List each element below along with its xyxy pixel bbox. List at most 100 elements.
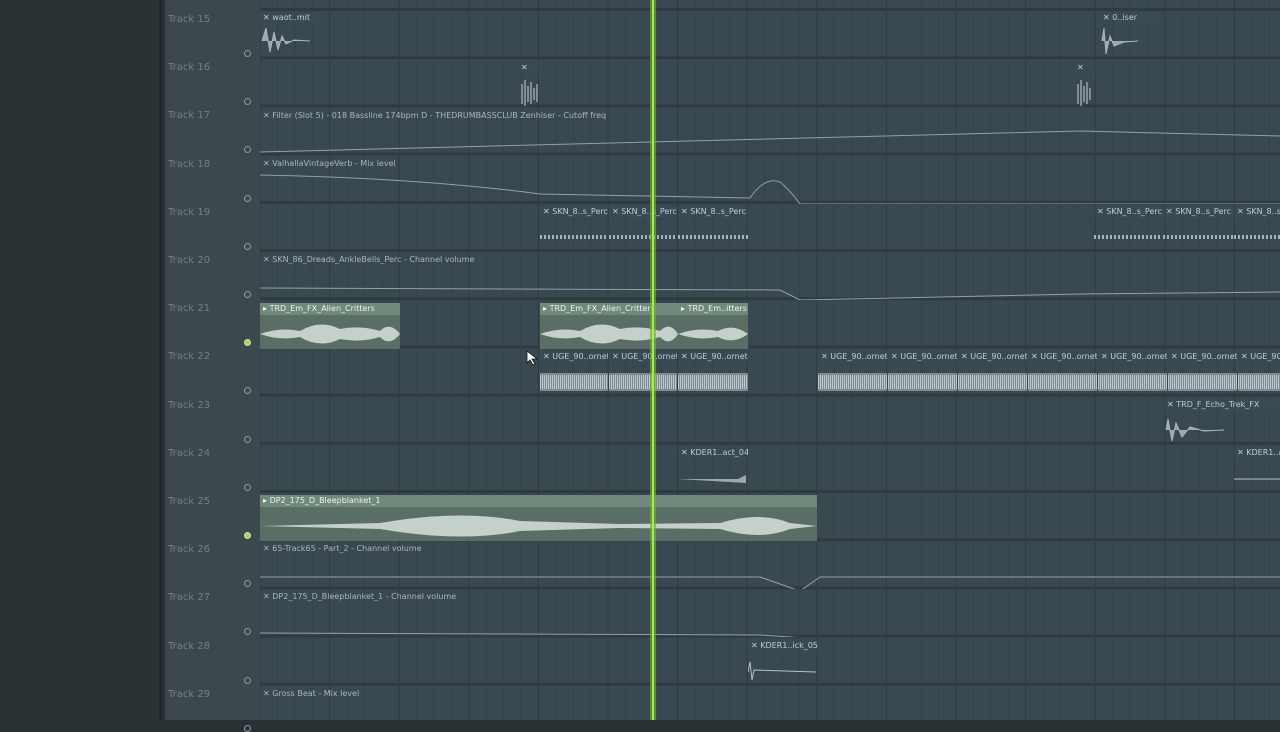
clip-t22-g[interactable]: ✕ UGE_90..ornet [1028, 351, 1097, 397]
clip-t21-a[interactable]: ▸ TRD_Em_FX_Alien_Critters [260, 303, 400, 349]
clip-t21-b[interactable]: ▸ TRD_Em_FX_Alien_Critters [540, 303, 678, 349]
close-icon[interactable]: ✕ [612, 352, 621, 361]
close-icon[interactable]: ✕ [1077, 63, 1084, 72]
track-label[interactable]: Track 29 [168, 675, 248, 723]
track-label[interactable]: Track 21 [168, 289, 248, 337]
track-name: Track 21 [168, 303, 211, 315]
browser-panel [0, 0, 162, 720]
clip-t16-b[interactable]: ✕ [1074, 62, 1098, 108]
close-icon[interactable]: ✕ [521, 63, 528, 72]
clip-t20-automation[interactable]: ✕ SKN_86_Dreads_AnkleBells_Perc - Channe… [260, 254, 1280, 300]
track-label[interactable]: Track 16 [168, 48, 248, 96]
clip-t18-automation[interactable]: ✕ ValhallaVintageVerb - Mix level [260, 158, 1280, 204]
track-name: Track 16 [168, 62, 211, 74]
clip-t28[interactable]: ✕ KDER1..ick_05 [748, 640, 818, 686]
clip-t22-j[interactable]: ✕ UGE_90.. [1238, 351, 1280, 397]
track-label[interactable]: Track 17 [168, 96, 248, 144]
close-icon[interactable]: ✕ [612, 207, 621, 216]
clip-t19-a[interactable]: ✕ SKN_8..s_Perc [540, 206, 608, 252]
clip-t15-b[interactable]: ✕ 0..iser [1100, 12, 1160, 58]
clip-t25[interactable]: ▸ DP2_175_D_Bleepblanket_1 [260, 495, 817, 541]
close-icon[interactable]: ✕ [961, 352, 970, 361]
close-icon[interactable]: ✕ [1167, 400, 1176, 409]
playlist-area[interactable]: ✕ waot..mit ✕ 0..iser ✕ ✕ ✕ Filter (Slot… [260, 0, 1280, 720]
close-icon[interactable]: ✕ [1097, 207, 1106, 216]
clip-t26-automation[interactable]: ✕ 65-Track65 - Part_2 - Channel volume [260, 543, 1280, 589]
track-label[interactable]: Track 28 [168, 627, 248, 675]
clip-t16-a[interactable]: ✕ [518, 62, 542, 108]
track-label[interactable]: Track 25 [168, 482, 248, 530]
close-icon[interactable]: ✕ [543, 352, 552, 361]
clip-t22-c[interactable]: ✕ UGE_90..ornet [678, 351, 748, 397]
clip-t15-a[interactable]: ✕ waot..mit [260, 12, 320, 58]
clip-t27-automation[interactable]: ✕ DP2_175_D_Bleepblanket_1 - Channel vol… [260, 591, 1280, 637]
close-icon[interactable]: ✕ [681, 207, 690, 216]
close-icon[interactable]: ✕ [1101, 352, 1110, 361]
close-icon[interactable]: ✕ [263, 544, 272, 553]
close-icon[interactable]: ✕ [263, 592, 272, 601]
track-label[interactable]: Track 22 [168, 337, 248, 385]
close-icon[interactable]: ✕ [1241, 352, 1250, 361]
track-name: Track 24 [168, 447, 211, 459]
track-name: Track 22 [168, 351, 211, 363]
close-icon[interactable]: ✕ [681, 448, 690, 457]
close-icon[interactable]: ✕ [821, 352, 830, 361]
close-icon[interactable]: ✕ [1237, 448, 1246, 457]
clip-t22-b[interactable]: ✕ UGE_90..ornet [609, 351, 677, 397]
track-name: Track 15 [168, 14, 211, 25]
clip-t29-automation[interactable]: ✕ Gross Beat - Mix level [260, 688, 1280, 720]
close-icon[interactable]: ✕ [1103, 13, 1112, 22]
close-icon[interactable]: ✕ [263, 111, 272, 120]
track-name: Track 23 [168, 399, 211, 411]
track-label[interactable]: Track 27 [168, 578, 248, 626]
clip-t19-c[interactable]: ✕ SKN_8..s_Perc [678, 206, 748, 252]
row-divider [260, 490, 1280, 493]
close-icon[interactable]: ✕ [1031, 352, 1040, 361]
playhead[interactable] [652, 0, 654, 720]
close-icon[interactable]: ✕ [1171, 352, 1180, 361]
row-divider [260, 104, 1280, 108]
track-label[interactable]: Track 19 [168, 193, 248, 241]
clip-t22-e[interactable]: ✕ UGE_90..ornet [888, 351, 957, 397]
clip-t22-f[interactable]: ✕ UGE_90..ornet [958, 351, 1027, 397]
track-label[interactable]: Track 24 [168, 434, 248, 482]
close-icon[interactable]: ✕ [263, 13, 272, 22]
clip-t24-a[interactable]: ✕ KDER1..act_04 [678, 447, 748, 493]
track-label[interactable]: Track 23 [168, 386, 248, 434]
clip-t23[interactable]: ✕ TRD_F_Echo_Trek_FX [1164, 399, 1280, 445]
clip-t21-c[interactable]: ▸ TRD_Em..itters [678, 303, 748, 349]
track-label[interactable]: Track 20 [168, 241, 248, 289]
clip-t22-a[interactable]: ✕ UGE_90..ornet [540, 351, 608, 397]
close-icon[interactable]: ✕ [263, 255, 272, 264]
close-icon[interactable]: ✕ [1237, 207, 1246, 216]
row-divider [260, 345, 1280, 349]
clip-t24-b[interactable]: ✕ KDER1..a [1234, 447, 1280, 493]
track-name: Track 28 [168, 640, 211, 652]
track-name: Track 25 [168, 496, 211, 507]
close-icon[interactable]: ✕ [263, 689, 272, 698]
close-icon[interactable]: ✕ [543, 207, 552, 216]
clip-t19-e[interactable]: ✕ SKN_8..s_Perc [1163, 206, 1233, 252]
track-label[interactable]: Track 15 [168, 0, 248, 48]
clip-t17-automation[interactable]: ✕ Filter (Slot 5) - 018 Bassline 174bpm … [260, 110, 1280, 156]
close-icon[interactable]: ✕ [751, 641, 760, 650]
clip-t22-d[interactable]: ✕ UGE_90..ornet [818, 351, 887, 397]
close-icon[interactable]: ✕ [1166, 207, 1175, 216]
clip-t19-b[interactable]: ✕ SKN_8..s_Perc [609, 206, 677, 252]
close-icon[interactable]: ✕ [891, 352, 900, 361]
close-icon[interactable]: ✕ [263, 159, 272, 168]
track-label[interactable]: Track 18 [168, 145, 248, 193]
track-name: Track 17 [168, 110, 211, 122]
clip-t19-f[interactable]: ✕ SKN_8..s [1234, 206, 1280, 252]
clip-t22-i[interactable]: ✕ UGE_90..ornet [1168, 351, 1237, 397]
clip-t19-d[interactable]: ✕ SKN_8..s_Perc [1094, 206, 1162, 252]
close-icon[interactable]: ✕ [681, 352, 690, 361]
track-name: Track 27 [168, 592, 211, 604]
track-label[interactable]: Track 26 [168, 530, 248, 578]
track-mute-led[interactable] [244, 724, 251, 732]
row-divider [260, 8, 1280, 11]
track-name: Track 18 [168, 158, 211, 170]
row-divider [260, 441, 1280, 445]
clip-t22-h[interactable]: ✕ UGE_90..ornet [1098, 351, 1167, 397]
track-name: Track 26 [168, 544, 211, 556]
